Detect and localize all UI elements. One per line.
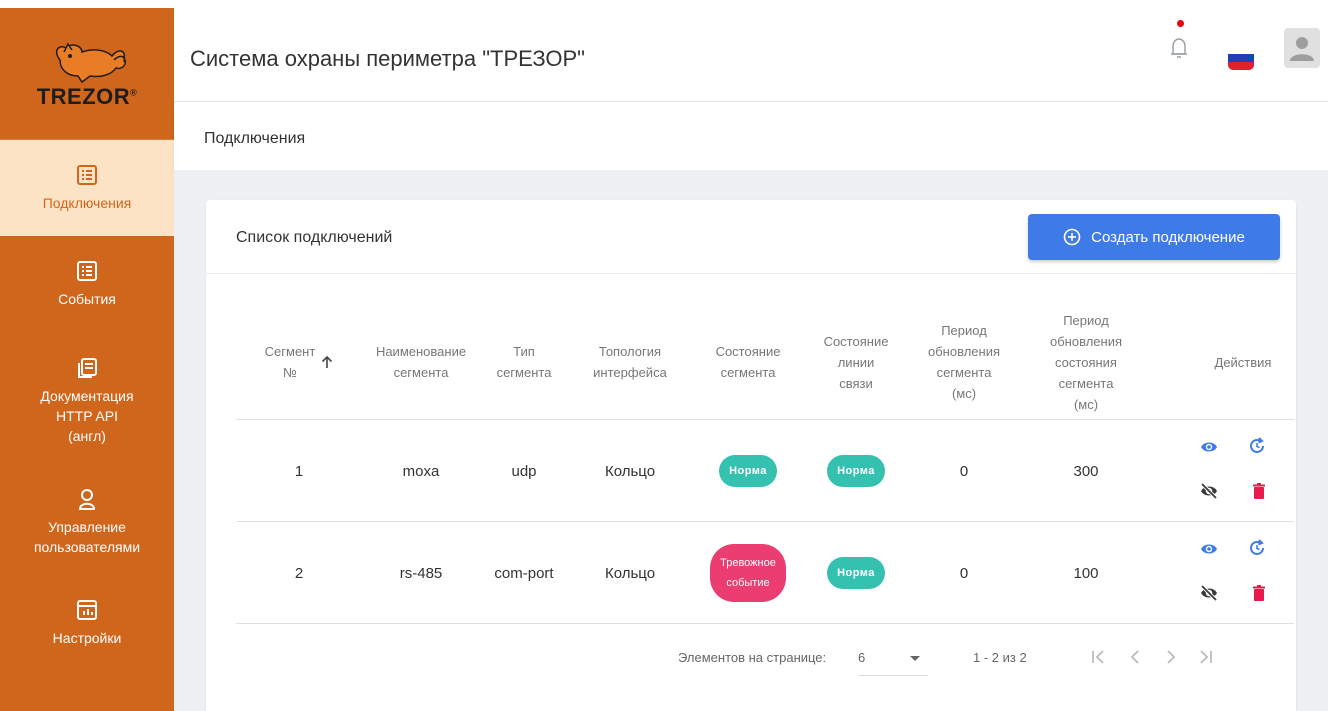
chevron-down-icon	[910, 656, 920, 661]
logo[interactable]: TREZOR®	[0, 8, 174, 140]
document-icon	[78, 358, 97, 378]
sidebar-item-label: Настройки	[52, 630, 122, 646]
cell-link-state: Норма	[804, 420, 908, 522]
sidebar-item-label: Подключения	[42, 195, 132, 211]
status-badge: Норма	[827, 455, 885, 487]
sidebar-item-users[interactable]: Управление пользователями	[0, 470, 174, 574]
refresh-clock-icon[interactable]	[1248, 539, 1266, 557]
column-header-segment-name: Наименование сегмента	[375, 344, 467, 380]
status-badge: Тревожное событие	[710, 544, 786, 602]
main-content: Список подключений Создать подключение С…	[174, 170, 1328, 711]
next-page-icon[interactable]	[1160, 646, 1182, 668]
column-header-segment-type: Тип сегмента	[496, 344, 552, 380]
last-page-icon[interactable]	[1194, 646, 1216, 668]
sort-ascending-icon[interactable]	[321, 355, 333, 369]
create-connection-button[interactable]: Создать подключение	[1028, 214, 1280, 260]
sidebar-item-events[interactable]: События	[0, 236, 174, 332]
cell-segment-state: Норма	[692, 420, 804, 522]
sidebar-item-label: Документация HTTP API (англ)	[40, 388, 134, 444]
bell-icon[interactable]	[1168, 32, 1190, 62]
breadcrumb-bar: Подключения	[174, 102, 1328, 170]
cell-segment-number: 1	[294, 462, 304, 480]
list-icon	[77, 165, 97, 185]
column-header-actions: Действия	[1214, 354, 1272, 370]
plus-circle-icon	[1063, 228, 1081, 246]
column-header-segment-state: Состояние сегмента	[715, 344, 781, 380]
cell-segment-type: udp	[511, 462, 537, 480]
table-header: Сегмент № Наименование сегмента Тип сегм…	[236, 304, 1294, 420]
page-size-select[interactable]: 6	[858, 650, 928, 676]
cell-segment-number: 2	[294, 564, 304, 582]
sidebar-item-label: Управление пользователями	[33, 519, 141, 555]
eye-icon[interactable]	[1200, 540, 1218, 558]
sidebar-item-documentation[interactable]: Документация HTTP API (англ)	[0, 332, 174, 470]
cell-topology: Кольцо	[604, 462, 656, 480]
cell-segment-state: Тревожное событие	[692, 522, 804, 624]
cell-state-update-period: 300	[1073, 462, 1099, 480]
sidebar-item-connections[interactable]: Подключения	[0, 140, 174, 236]
column-header-update-period: Период обновления сегмента (мс)	[928, 323, 1000, 401]
sidebar-nav: Подключения События Документация HTTP AP…	[0, 140, 174, 672]
app: TREZOR® Подключения События Документация…	[0, 0, 1328, 711]
language-flag-icon[interactable]	[1228, 46, 1254, 70]
create-connection-label: Создать подключение	[1091, 228, 1245, 246]
connections-card: Список подключений Создать подключение С…	[206, 200, 1296, 711]
cat-mascot-icon	[55, 42, 127, 83]
connections-table: Сегмент № Наименование сегмента Тип сегм…	[236, 304, 1294, 624]
eye-off-icon[interactable]	[1200, 482, 1218, 500]
refresh-clock-icon[interactable]	[1248, 437, 1266, 455]
page-size-value: 6	[858, 650, 866, 665]
trash-icon[interactable]	[1250, 482, 1268, 500]
sidebar-item-settings[interactable]: Настройки	[0, 574, 174, 672]
page-size-label: Элементов на странице:	[678, 650, 827, 665]
list-icon	[77, 261, 97, 281]
card-title: Список подключений	[236, 229, 393, 246]
first-page-icon[interactable]	[1088, 646, 1110, 668]
sidebar-item-label: События	[58, 291, 116, 307]
cell-segment-name: moxa	[402, 462, 440, 480]
cell-update-period: 0	[959, 564, 969, 582]
breadcrumb: Подключения	[204, 130, 306, 147]
cell-segment-type: com-port	[494, 564, 554, 582]
eye-off-icon[interactable]	[1200, 584, 1218, 602]
notification-dot	[1177, 20, 1184, 27]
cell-segment-name: rs-485	[399, 564, 443, 582]
card-header: Список подключений Создать подключение	[206, 200, 1296, 274]
user-icon	[78, 489, 96, 510]
app-title: Система охраны периметра "ТРЕЗОР"	[190, 46, 585, 71]
row-actions	[1192, 522, 1272, 624]
status-badge: Норма	[719, 455, 777, 487]
sidebar: TREZOR® Подключения События Документация…	[0, 8, 174, 711]
row-actions	[1192, 420, 1272, 522]
cell-state-update-period: 100	[1073, 564, 1099, 582]
top-bar: Система охраны периметра "ТРЕЗОР"	[174, 8, 1328, 102]
user-avatar-icon	[1290, 37, 1314, 61]
paginator: Элементов на странице: 6 1 - 2 из 2	[206, 640, 1296, 696]
column-header-state-update-period: Период обновления состояния сегмента (мс…	[1050, 312, 1122, 412]
previous-page-icon[interactable]	[1124, 646, 1146, 668]
column-header-segment-number[interactable]: Сегмент №	[236, 304, 362, 420]
cell-link-state: Норма	[804, 522, 908, 624]
table-row: 1 moxa udp Кольцо Норма Норма 0 300	[236, 420, 1294, 522]
column-header-label: Сегмент №	[264, 344, 316, 380]
logo-text: TREZOR®	[36, 83, 138, 109]
table-row: 2 rs-485 com-port Кольцо Тревожное событ…	[236, 522, 1294, 624]
cell-topology: Кольцо	[604, 564, 656, 582]
status-badge: Норма	[827, 557, 885, 589]
page-range: 1 - 2 из 2	[973, 650, 1027, 665]
eye-icon[interactable]	[1200, 438, 1218, 456]
column-header-topology: Топология интерфейса	[593, 344, 667, 380]
cell-update-period: 0	[959, 462, 969, 480]
trash-icon[interactable]	[1250, 584, 1268, 602]
top-border	[0, 0, 1328, 8]
column-header-link-state: Состояние линии связи	[823, 333, 889, 391]
avatar[interactable]	[1284, 28, 1320, 68]
settings-panel-icon	[77, 600, 97, 620]
